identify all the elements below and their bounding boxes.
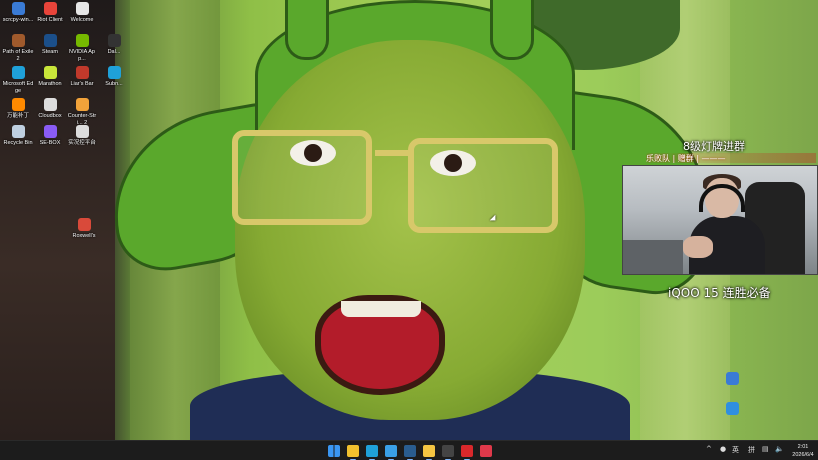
stream-scrolling-banner: 乐败队 | 赠群 | ——— (646, 153, 816, 163)
desktop-icon-label: Riot Client (37, 17, 63, 23)
volume-icon[interactable]: 🔈 (775, 445, 784, 453)
desktop-icon-microsoft-edge[interactable]: Microsoft Edge (2, 66, 34, 94)
webcam-overlay (622, 165, 818, 275)
desktop-icon-label: Liar's Bar (70, 81, 94, 87)
app-icon (11, 34, 25, 47)
app-blue-icon[interactable] (385, 445, 397, 460)
tray-ime-indicator[interactable]: 拼 (748, 445, 755, 455)
app-red-icon[interactable] (461, 445, 473, 460)
app-icon (11, 2, 25, 15)
desktop-icon-label: Dal... (107, 49, 121, 55)
desktop-icon-steam[interactable]: Steam (34, 34, 66, 56)
app-icon (11, 125, 25, 138)
stream-caption-top: 8级灯牌进群 (683, 140, 745, 153)
desktop-icon-control-platform[interactable]: 实况控平台 (66, 125, 98, 147)
app-icon (107, 66, 121, 79)
start-button[interactable] (328, 445, 340, 457)
tray-lang-indicator[interactable]: 英 (732, 445, 739, 455)
desktop-icon-label: 实况控平台 (68, 140, 96, 146)
desktop-icon-label: Recycle Bin (3, 140, 33, 146)
desktop-icon-label: Roxwell's (72, 233, 96, 239)
desktop-icon-label: Path of Exile 2 (2, 49, 34, 62)
edge-icon[interactable] (366, 445, 378, 460)
desktop-icon-label: Marathon (38, 81, 62, 87)
app-icon (725, 372, 739, 385)
app-icon (107, 34, 121, 47)
desktop-icon-recycle-bin[interactable]: Recycle Bin (2, 125, 34, 147)
app-icon (77, 218, 91, 231)
desktop-icon-scrcpy[interactable]: scrcpy-win... (2, 2, 34, 24)
app-icon (75, 2, 89, 15)
glasses-right-lens (408, 138, 558, 233)
app-icon (43, 2, 57, 15)
character-mouth (315, 295, 445, 395)
app-icon (43, 66, 57, 79)
character-eye-right (430, 150, 476, 176)
desktop-icon-counter-strike-2[interactable]: Counter-Stri... 2 (66, 98, 98, 126)
desktop-icon-label: Microsoft Edge (2, 81, 34, 94)
desktop-icon-label: 万能补丁 (6, 113, 29, 119)
glasses-bridge (375, 150, 411, 156)
app-icon (11, 66, 25, 79)
app-icon (11, 98, 25, 111)
character-antenna-left (285, 0, 329, 60)
app-icon (75, 98, 89, 111)
desktop-icon-right-1[interactable] (716, 372, 748, 387)
desktop-icon-label: NVIDIA App... (69, 49, 95, 62)
desktop-icon-se-box[interactable]: SE-BOX (34, 125, 66, 147)
desktop-icon-label: SE-BOX (39, 140, 61, 146)
desktop-icon-nvidia-app[interactable]: NVIDIA App... (66, 34, 98, 62)
desktop-icon-label: Subn... (105, 81, 123, 87)
webcam-streamer-hand (683, 236, 713, 258)
character-eye-left (290, 140, 336, 166)
app-icon (725, 402, 739, 415)
desktop-icon-path-of-exile-2[interactable]: Path of Exile 2 (2, 34, 34, 62)
desktop-icon-subn[interactable]: Subn... (98, 66, 130, 88)
desktop-icon-label: Cloudbox (38, 113, 62, 119)
webcam-desk (623, 240, 683, 274)
desktop-icon-marathon[interactable]: Marathon (34, 66, 66, 88)
app-pink-icon[interactable] (480, 445, 492, 457)
desktop-icon-label: scrcpy-win... (2, 17, 34, 23)
steam-icon[interactable] (404, 445, 416, 460)
app-icon (43, 98, 57, 111)
app-icon (75, 34, 89, 47)
desktop-icon-liars-bar[interactable]: Liar's Bar (66, 66, 98, 88)
taskbar: ^ ● 英 拼 ▤ 🔈 2:01 2026/6/4 (0, 440, 818, 460)
clock-date: 2026/6/4 (792, 452, 814, 458)
clock-time: 2:01 (797, 444, 809, 450)
app-icon (43, 125, 57, 138)
obs-icon[interactable] (442, 445, 454, 460)
app-yellow-icon[interactable] (423, 445, 435, 460)
app-icon (43, 34, 57, 47)
stream-caption-bottom: iQOO 15 连胜必备 (668, 286, 771, 300)
character-antenna-right (490, 0, 534, 60)
file-explorer-icon[interactable] (347, 445, 359, 460)
desktop-icon-dal[interactable]: Dal... (98, 34, 130, 56)
desktop-icon-patch[interactable]: 万能补丁 (2, 98, 34, 120)
tray-app-icon[interactable]: ● (720, 445, 726, 453)
taskbar-clock[interactable]: 2:01 2026/6/4 (790, 443, 816, 459)
desktop-icon-welcome[interactable]: Welcome (66, 2, 98, 24)
desktop-icon-right-2[interactable] (716, 402, 748, 417)
tray-overflow-chevron-icon[interactable]: ^ (706, 445, 712, 453)
desktop-icon-label: Welcome (70, 17, 94, 23)
desktop-icon-roxwells[interactable]: Roxwell's (68, 218, 100, 240)
app-icon (75, 125, 89, 138)
desktop-icon-riot-client[interactable]: Riot Client (34, 2, 66, 24)
network-icon[interactable]: ▤ (762, 445, 769, 453)
desktop-icon-label: Steam (42, 49, 58, 55)
app-icon (75, 66, 89, 79)
desktop-icon-cloudbox[interactable]: Cloudbox (34, 98, 66, 120)
